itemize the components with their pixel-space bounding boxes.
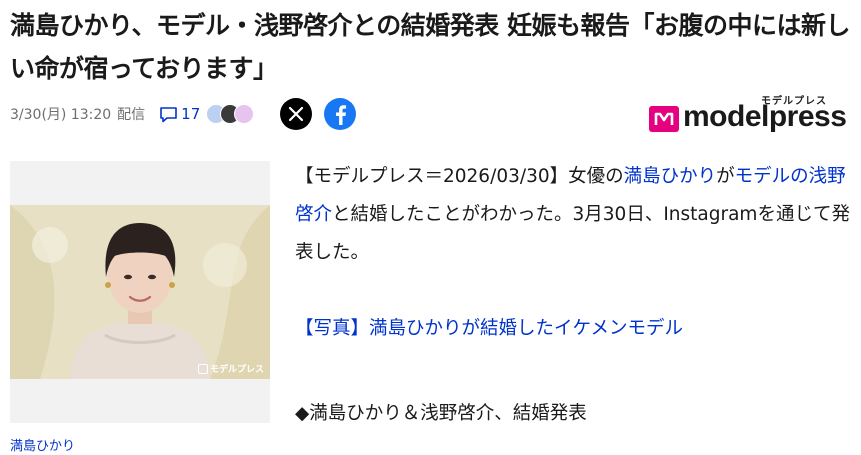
article-photo-frame[interactable]: モデルプレス (10, 161, 270, 423)
logo-text: modelpress (683, 100, 847, 133)
article-headline: 満島ひかり、モデル・浅野啓介との結婚発表 妊娠も報告「お腹の中には新しい命が宿っ… (10, 11, 850, 83)
facebook-icon (336, 105, 347, 125)
photo-gallery-link[interactable]: 【写真】満島ひかりが結婚したイケメンモデル (295, 318, 683, 339)
x-logo-icon (289, 106, 304, 122)
person-link-mitsushima[interactable]: 満島ひかり (624, 166, 717, 187)
source-label: 配信 (117, 107, 146, 123)
comment-count: 17 (181, 105, 201, 123)
modelpress-logo[interactable]: モデルプレス modelpress (649, 96, 855, 133)
share-facebook-button[interactable] (324, 98, 357, 130)
article-paragraph: 【モデルプレス＝2026/03/30】女優の満島ひかりがモデルの浅野啓介と結婚し… (295, 166, 850, 263)
article-body: 【モデルプレス＝2026/03/30】女優の満島ひかりがモデルの浅野啓介と結婚し… (295, 158, 855, 433)
section-heading: ◆満島ひかり＆浅野啓介、結婚発表 (295, 403, 587, 424)
reaction-avatar (234, 104, 255, 124)
article-photo: モデルプレス (10, 205, 270, 379)
article-meta: 3/30(月) 13:20 配信 17 モデルプレス modelpress (10, 96, 855, 133)
modelpress-mark-icon (649, 106, 679, 132)
watermark-mark-icon (197, 363, 208, 374)
comments-link[interactable]: 17 (159, 105, 200, 123)
publish-datetime: 3/30(月) 13:20 (10, 107, 112, 123)
photo-watermark: モデルプレス (197, 362, 264, 375)
reaction-avatars[interactable] (206, 104, 255, 124)
photo-caption-link[interactable]: 満島ひかり (10, 435, 75, 454)
share-x-button[interactable] (280, 98, 313, 130)
comment-icon (160, 106, 177, 122)
